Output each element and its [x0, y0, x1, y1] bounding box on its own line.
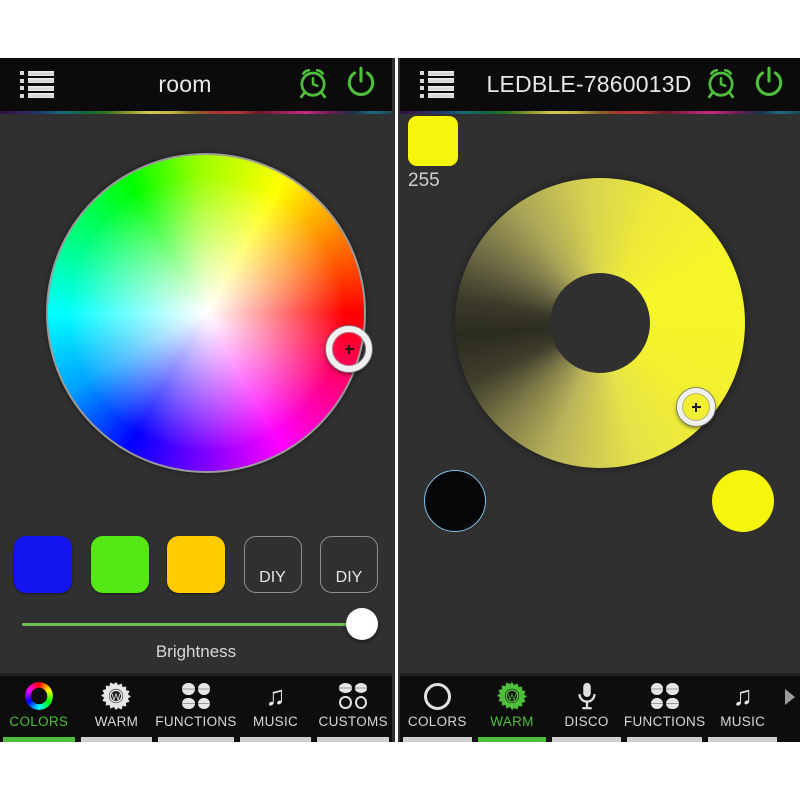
- quad-mixed-icon: [339, 683, 368, 709]
- quad-dots-icon: [182, 683, 210, 709]
- left-menu-button[interactable]: [0, 70, 74, 99]
- preset-swatch-blue[interactable]: [14, 536, 72, 593]
- left-device-panel: room DIY DIY Brightness COLORS W WARM FU…: [0, 58, 392, 742]
- left-page-title: room: [158, 71, 212, 97]
- crosshair-handle-icon: [691, 402, 701, 412]
- tab-label: FUNCTIONS: [623, 714, 706, 729]
- preset-diy-slot-2[interactable]: DIY: [320, 536, 378, 593]
- warm-white-wheel[interactable]: [455, 178, 745, 468]
- brightness-slider-knob[interactable]: [346, 608, 378, 640]
- warm-full-circle[interactable]: [712, 470, 774, 532]
- warm-value-label: 255: [408, 170, 440, 191]
- tab-label: DISCO: [564, 714, 609, 729]
- left-power-button[interactable]: [344, 65, 378, 104]
- preset-swatch-green[interactable]: [90, 536, 149, 593]
- nav-more-button[interactable]: [780, 676, 800, 742]
- warm-off-circle[interactable]: [424, 470, 486, 532]
- tab-underline: [158, 737, 234, 742]
- svg-text:W: W: [112, 692, 121, 702]
- tab-label: COLORS: [9, 714, 69, 729]
- tab-warm[interactable]: W WARM: [475, 676, 550, 742]
- microphone-icon: [577, 682, 596, 710]
- tab-warm[interactable]: W WARM: [78, 676, 156, 742]
- plain-ring-icon: [423, 682, 451, 710]
- tab-label: MUSIC: [253, 714, 299, 729]
- left-bottom-nav: COLORS W WARM FUNCTIONS ♫ MUSIC CUSTOMS: [0, 673, 392, 742]
- tab-underline: [708, 737, 778, 742]
- tab-disco[interactable]: DISCO: [549, 676, 624, 742]
- warm-gear-icon: W: [101, 681, 132, 711]
- tab-underline: [403, 737, 472, 742]
- tab-colors[interactable]: COLORS: [0, 676, 78, 742]
- right-menu-button[interactable]: [400, 70, 474, 99]
- tab-underline: [626, 737, 703, 742]
- alarm-clock-icon: [707, 68, 735, 99]
- rainbow-ring-icon: [24, 682, 53, 710]
- chevron-right-icon: [785, 689, 796, 705]
- warm-wheel-center: [550, 273, 650, 373]
- alarm-clock-icon: [299, 68, 327, 99]
- right-header-bar: LEDBLE-7860013D: [400, 58, 800, 114]
- diy-label: DIY: [259, 569, 286, 586]
- app-screenshot: room DIY DIY Brightness COLORS W WARM FU…: [0, 0, 800, 800]
- preset-swatch-row: DIY DIY: [0, 536, 392, 593]
- brightness-slider-group: Brightness: [0, 608, 392, 662]
- tab-music[interactable]: ♫ MUSIC: [705, 676, 780, 742]
- diy-label: DIY: [335, 569, 363, 586]
- color-wheel-handle[interactable]: [326, 326, 372, 372]
- tab-label: WARM: [490, 714, 534, 729]
- tab-colors[interactable]: COLORS: [400, 676, 475, 742]
- right-page-title: LEDBLE-7860013D: [486, 71, 692, 97]
- list-menu-icon: [420, 70, 454, 99]
- tab-label: MUSIC: [720, 714, 766, 729]
- tab-underline: [80, 737, 153, 742]
- tab-underline: [552, 737, 621, 742]
- tab-music[interactable]: ♫ MUSIC: [237, 676, 315, 742]
- crosshair-handle-icon: [344, 344, 354, 354]
- right-bottom-nav: COLORS W WARM DISCO FUNCTIONS ♫ MUSIC: [400, 673, 800, 742]
- rainbow-accent-strip: [0, 111, 392, 114]
- warm-gear-icon: W: [497, 681, 527, 711]
- hsv-color-wheel[interactable]: [46, 153, 372, 473]
- left-alarm-button[interactable]: [296, 65, 330, 104]
- power-icon: [755, 66, 783, 96]
- tab-functions[interactable]: FUNCTIONS: [624, 676, 705, 742]
- brightness-label: Brightness: [155, 642, 237, 661]
- tab-underline: [317, 737, 390, 742]
- tab-underline: [3, 737, 75, 742]
- tab-underline: [477, 737, 547, 742]
- current-warm-swatch[interactable]: [408, 116, 458, 166]
- rainbow-accent-strip: [400, 111, 800, 114]
- tab-label: CUSTOMS: [318, 714, 388, 729]
- right-power-button[interactable]: [752, 65, 786, 104]
- music-note-icon: ♫: [732, 680, 753, 711]
- preset-swatch-yellow[interactable]: [167, 536, 225, 593]
- tab-functions[interactable]: FUNCTIONS: [155, 676, 236, 742]
- panel-divider: [392, 58, 400, 742]
- list-menu-icon: [20, 70, 54, 99]
- preset-diy-slot-1[interactable]: DIY: [243, 536, 302, 593]
- tab-underline: [239, 737, 312, 742]
- right-device-panel: LEDBLE-7860013D 255 COLORS W WARM DISCO …: [400, 58, 800, 742]
- tab-label: WARM: [94, 714, 139, 729]
- quad-dots-icon: [650, 683, 679, 709]
- left-header-bar: room: [0, 58, 392, 114]
- svg-text:W: W: [508, 692, 517, 702]
- power-icon: [347, 66, 375, 96]
- right-alarm-button[interactable]: [704, 65, 738, 104]
- music-note-icon: ♫: [265, 680, 286, 711]
- tab-customs[interactable]: CUSTOMS: [314, 676, 392, 742]
- warm-wheel-handle[interactable]: [677, 388, 715, 426]
- tab-label: FUNCTIONS: [155, 714, 237, 729]
- tab-label: COLORS: [407, 714, 467, 729]
- brightness-slider[interactable]: [22, 608, 378, 640]
